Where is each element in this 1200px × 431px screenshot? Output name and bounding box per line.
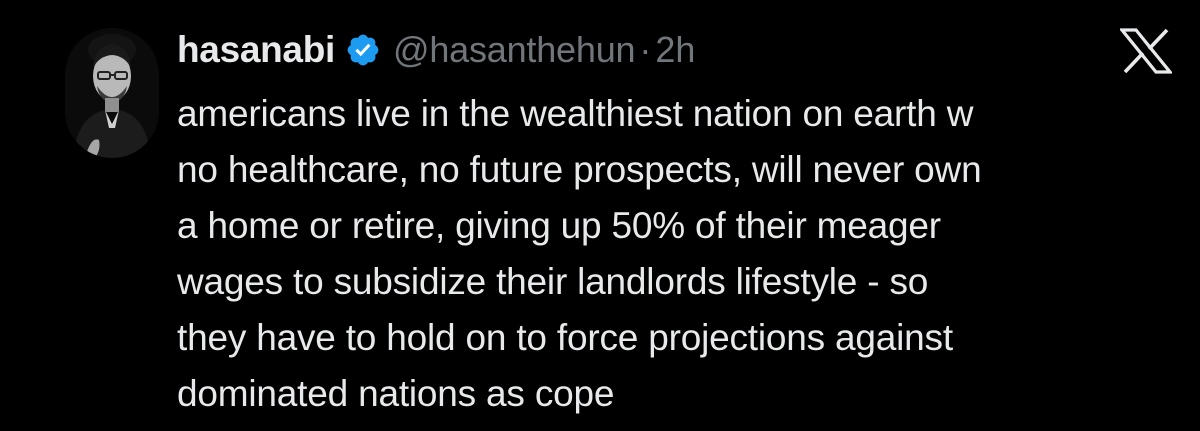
tweet-card: hasanabi @hasanthehun · 2h americans liv…: [0, 0, 1200, 431]
tweet-text-line: wages to subsidize their landlords lifes…: [177, 261, 929, 302]
tweet-text-line: dominated nations as cope: [177, 373, 615, 414]
x-logo-icon: [1118, 28, 1174, 74]
tweet-text: americans live in the wealthiest nation …: [177, 86, 1177, 422]
tweet-header: hasanabi @hasanthehun · 2h: [177, 22, 695, 78]
post-timestamp[interactable]: 2h: [655, 29, 695, 71]
avatar[interactable]: [65, 28, 159, 158]
user-handle[interactable]: @hasanthehun: [393, 29, 636, 71]
tweet-text-line: americans live in the wealthiest nation …: [177, 93, 974, 134]
tweet-text-line: no healthcare, no future prospects, will…: [177, 149, 982, 190]
avatar-photo: [65, 28, 159, 158]
tweet-text-line: a home or retire, giving up 50% of their…: [177, 205, 941, 246]
verified-badge-icon: [345, 32, 381, 68]
tweet-text-line: they have to hold on to force projection…: [177, 317, 953, 358]
separator-dot: ·: [639, 29, 652, 70]
display-name[interactable]: hasanabi: [177, 29, 335, 71]
